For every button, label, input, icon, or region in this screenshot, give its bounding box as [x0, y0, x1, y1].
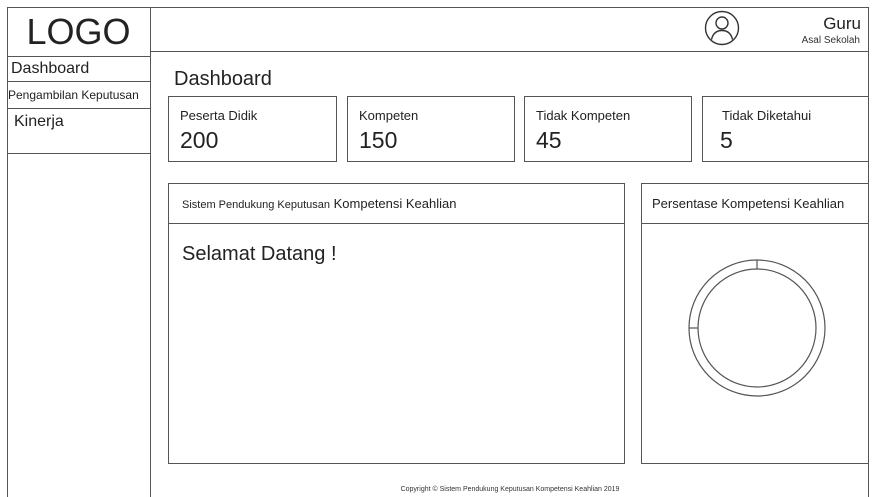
stat-label: Tidak Diketahui [722, 108, 812, 123]
stat-value: 5 [720, 127, 733, 153]
sidebar-item-kinerja[interactable]: Kinerja [7, 109, 150, 154]
stat-card-tidak-diketahui: Tidak Diketahui 5 [702, 96, 869, 162]
user-name[interactable]: Guru [791, 14, 861, 34]
welcome-message: Selamat Datang ! [182, 243, 337, 265]
panel-title-part: Kompetensi Keahlian [333, 196, 457, 211]
user-circle-icon[interactable] [704, 10, 740, 46]
sidebar-item-pengambilan-keputusan[interactable]: Pengambilan Keputusan [7, 82, 150, 109]
stat-label: Peserta Didik [180, 108, 258, 123]
stat-card-peserta-didik: Peserta Didik 200 [168, 96, 337, 162]
panel-title-part: Sistem Pendukung Keputusan [182, 199, 330, 211]
logo: LOGO [7, 7, 150, 57]
panel-title: Persentase Kompetensi Keahlian [642, 184, 868, 224]
stat-value: 150 [359, 127, 398, 153]
sidebar: LOGO Dashboard Pengambilan Keputusan Kin… [7, 7, 151, 497]
footer-copyright: Copyright © Sistem Pendukung Keputusan K… [400, 486, 620, 493]
user-school: Asal Sekolah [801, 35, 860, 46]
sidebar-item-label: Kinerja [14, 113, 64, 130]
stat-label: Tidak Kompeten [536, 108, 631, 123]
stat-label: Kompeten [359, 108, 419, 123]
donut-chart [688, 259, 826, 397]
stat-card-kompeten: Kompeten 150 [347, 96, 515, 162]
panel-title: Sistem Pendukung Keputusan Kompetensi Ke… [169, 184, 624, 224]
top-bar: Guru Asal Sekolah [151, 7, 869, 52]
sidebar-item-dashboard[interactable]: Dashboard [7, 57, 150, 82]
stat-value: 200 [180, 127, 219, 153]
page-title: Dashboard [174, 68, 272, 90]
stat-value: 45 [536, 127, 562, 153]
stat-card-tidak-kompeten: Tidak Kompeten 45 [524, 96, 692, 162]
welcome-panel: Sistem Pendukung Keputusan Kompetensi Ke… [168, 183, 625, 464]
percentage-panel: Persentase Kompetensi Keahlian [641, 183, 869, 464]
